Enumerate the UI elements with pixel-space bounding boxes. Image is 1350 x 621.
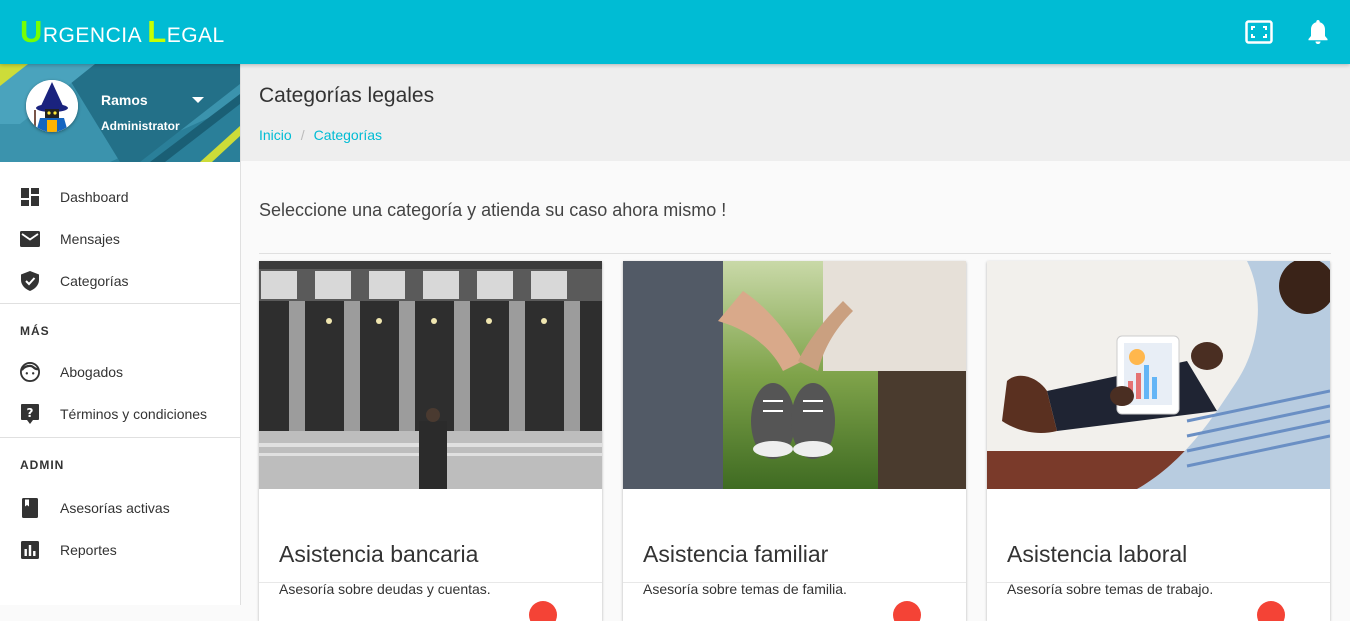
app-logo[interactable]: URGENCIA LEGAL xyxy=(20,14,225,50)
sidebar: Ramos Administrator Dashboard Mensajes C… xyxy=(0,64,241,605)
card-title: Asistencia bancaria xyxy=(279,541,479,567)
help-icon: ? xyxy=(20,404,40,424)
sidebar-item-dashboard[interactable]: Dashboard xyxy=(0,176,240,218)
page-title: Categorías legales xyxy=(259,84,435,107)
breadcrumb-inicio[interactable]: Inicio xyxy=(259,127,292,143)
user-menu-caret[interactable] xyxy=(192,97,204,103)
bell-icon[interactable] xyxy=(1302,16,1334,48)
main-menu: Dashboard Mensajes Categorías xyxy=(0,162,240,302)
mail-icon xyxy=(20,229,40,249)
card-image-bank-building xyxy=(259,261,602,489)
sidebar-item-label: Reportes xyxy=(60,542,117,558)
breadcrumb-separator: / xyxy=(300,127,305,143)
face-icon xyxy=(20,362,40,382)
mas-menu: Abogados ? Términos y condiciones xyxy=(0,351,240,435)
card-image-man-with-tablet xyxy=(987,261,1330,489)
shield-icon xyxy=(20,271,40,291)
page-header: Categorías legales Inicio / Categorías xyxy=(241,64,1350,161)
user-info-panel: Ramos Administrator xyxy=(0,64,240,162)
card-action-button[interactable] xyxy=(893,601,921,621)
menu-section-admin: ADMIN Asesorías activas Reportes xyxy=(0,437,240,571)
sidebar-item-label: Categorías xyxy=(60,273,129,289)
svg-text:?: ? xyxy=(27,406,34,420)
card-description: Asesoría sobre temas de familia. xyxy=(643,581,847,597)
intro-text: Seleccione una categoría y atienda su ca… xyxy=(259,200,727,220)
card-action-button[interactable] xyxy=(529,601,557,621)
main-content: Categorías legales Inicio / Categorías Sel… xyxy=(241,64,1350,621)
top-app-bar: URGENCIA LEGAL xyxy=(0,0,1350,64)
logo-word-urgencia: RGENCIA xyxy=(42,24,141,47)
sidebar-item-label: Mensajes xyxy=(60,231,120,247)
sidebar-item-mensajes[interactable]: Mensajes xyxy=(0,218,240,260)
fullscreen-icon[interactable] xyxy=(1243,16,1275,48)
category-card-laboral[interactable]: Asistencia laboral Asesoría sobre temas … xyxy=(987,261,1330,621)
book-icon xyxy=(20,498,40,518)
sidebar-item-categorias[interactable]: Categorías xyxy=(0,260,240,302)
bar-chart-icon xyxy=(20,540,40,560)
sidebar-item-abogados[interactable]: Abogados xyxy=(0,351,240,393)
breadcrumb: Inicio / Categorías xyxy=(259,127,382,143)
card-description: Asesoría sobre temas de trabajo. xyxy=(1007,581,1214,597)
divider xyxy=(259,253,1331,254)
dashboard-icon xyxy=(20,187,40,207)
logo-letter-u: U xyxy=(20,14,43,49)
section-title-admin: ADMIN xyxy=(20,458,65,472)
category-card-bancaria[interactable]: Asistencia bancaria Asesoría sobre deuda… xyxy=(259,261,602,621)
card-title: Asistencia familiar xyxy=(643,541,829,567)
breadcrumb-categorias[interactable]: Categorías xyxy=(314,127,382,143)
menu-section-mas: MÁS Abogados ? Términos y condiciones xyxy=(0,303,240,435)
sidebar-item-label: Dashboard xyxy=(60,189,129,205)
logo-word-legal: EGAL xyxy=(166,24,225,47)
card-description: Asesoría sobre deudas y cuentas. xyxy=(279,581,491,597)
logo-letter-l: L xyxy=(147,14,167,49)
admin-menu: Asesorías activas Reportes xyxy=(0,487,240,571)
user-name: Ramos xyxy=(101,92,148,108)
sidebar-item-reportes[interactable]: Reportes xyxy=(0,529,240,571)
card-action-button[interactable] xyxy=(1257,601,1285,621)
sidebar-item-asesorias-activas[interactable]: Asesorías activas xyxy=(0,487,240,529)
sidebar-item-terminos[interactable]: ? Términos y condiciones xyxy=(0,393,240,435)
sidebar-item-label: Abogados xyxy=(60,364,124,380)
user-role: Administrator xyxy=(101,119,180,133)
avatar[interactable] xyxy=(26,80,78,132)
card-image-baby-shoes xyxy=(623,261,966,489)
sidebar-item-label: Términos y condiciones xyxy=(60,406,208,422)
card-title: Asistencia laboral xyxy=(1007,541,1188,567)
category-card-familiar[interactable]: Asistencia familiar Asesoría sobre temas… xyxy=(623,261,966,621)
section-title-mas: MÁS xyxy=(20,324,50,338)
sidebar-item-label: Asesorías activas xyxy=(60,500,170,516)
